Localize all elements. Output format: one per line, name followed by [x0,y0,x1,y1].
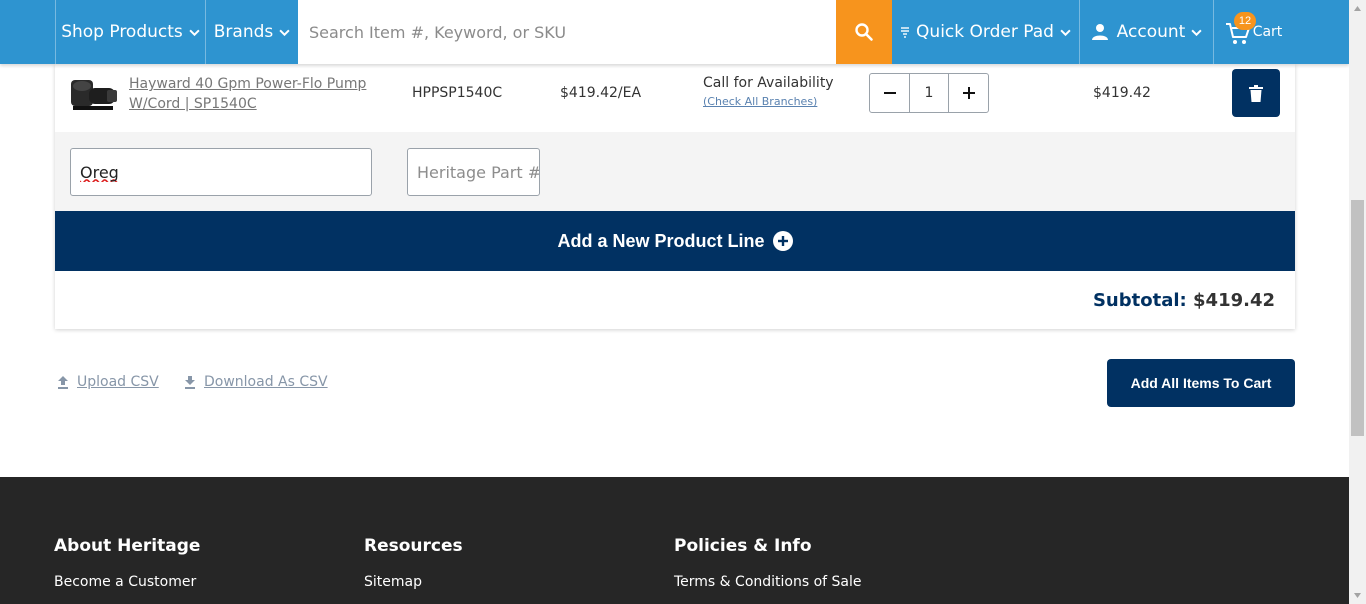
subtotal-label: Subtotal: [1092,290,1187,311]
footer: About Heritage Become a Customer Resourc… [0,477,1349,604]
cart-count-badge: 12 [1234,12,1256,30]
quick-order-pad-label: Quick Order Pad [916,22,1054,42]
scrollbar-thumb[interactable] [1351,200,1364,436]
sitemap-link[interactable]: Sitemap [364,574,463,590]
search-bar [298,0,836,64]
chevron-down-icon [279,29,290,36]
footer-column-resources: Resources Sitemap [364,536,463,590]
footer-heading: Resources [364,536,463,556]
chevron-down-icon [1060,29,1071,36]
check-all-branches-link[interactable]: (Check All Branches) [703,95,834,108]
new-line-entry [55,132,1295,211]
page-scrollbar[interactable] [1349,0,1366,604]
decrease-quantity-button[interactable] [870,74,909,112]
page: Shop Products Brands Quick Order Pad [0,0,1349,604]
search-input[interactable] [298,0,836,64]
table-row: Hayward 40 Gpm Power-Flo Pump W/Cord | S… [55,64,1295,132]
download-csv-label: Download As CSV [204,374,328,390]
add-product-line-button[interactable]: Add a New Product Line [55,211,1295,271]
line-total: $419.42 [1093,85,1151,101]
availability-text: Call for Availability [703,75,834,91]
product-search-field[interactable] [70,148,372,196]
minus-icon [883,92,896,94]
remove-item-button[interactable] [1232,69,1280,117]
scroll-up-icon[interactable] [1353,4,1362,13]
upload-icon [58,375,68,389]
footer-heading: Policies & Info [674,536,812,556]
footer-column-about: About Heritage Become a Customer [54,536,200,590]
account-label: Account [1116,22,1186,42]
heritage-part-field[interactable] [407,148,540,196]
account-menu[interactable]: Account [1079,0,1213,64]
download-csv-link[interactable]: Download As CSV [184,374,328,390]
brands-menu[interactable]: Brands [205,0,298,64]
plus-circle-icon [772,231,793,251]
increase-quantity-button[interactable] [949,74,988,112]
cart-link[interactable]: Cart [1213,0,1293,64]
chevron-down-icon [189,29,200,36]
add-product-line-label: Add a New Product Line [557,230,765,251]
cart-label: Cart [1252,24,1283,40]
unit-price: $419.42/EA [560,85,642,101]
quantity-stepper [869,73,989,113]
shop-products-menu[interactable]: Shop Products [55,0,205,64]
quantity-input[interactable] [909,74,949,112]
subtotal: Subtotal: $419.42 [1093,290,1275,311]
availability: Call for Availability (Check All Branche… [703,75,834,108]
brands-label: Brands [213,22,274,42]
trash-icon [1249,84,1263,102]
add-all-to-cart-button[interactable]: Add All Items To Cart [1107,359,1295,407]
footer-column-policies: Policies & Info Terms & Conditions of Sa… [674,536,862,590]
search-button[interactable] [836,0,892,64]
subtotal-value: $419.42 [1193,290,1275,311]
chevron-down-icon [1191,29,1202,36]
footer-heading: About Heritage [54,536,201,556]
product-name-link[interactable]: Hayward 40 Gpm Power-Flo Pump W/Cord | S… [129,74,369,114]
upload-csv-link[interactable]: Upload CSV [57,374,159,390]
product-sku: HPPSP1540C [412,85,503,101]
scroll-down-icon[interactable] [1353,591,1362,600]
become-customer-link[interactable]: Become a Customer [54,574,200,590]
shop-products-label: Shop Products [61,22,183,42]
list-icon [901,27,910,38]
product-image[interactable] [69,74,119,112]
user-icon [1091,24,1108,40]
download-icon [185,375,195,389]
search-icon [855,23,873,41]
plus-icon [962,87,975,99]
top-navbar: Shop Products Brands Quick Order Pad [0,0,1349,64]
terms-conditions-link[interactable]: Terms & Conditions of Sale [674,574,862,590]
quick-order-pad-menu[interactable]: Quick Order Pad [892,0,1079,64]
upload-csv-label: Upload CSV [77,374,159,390]
quick-order-table: Hayward 40 Gpm Power-Flo Pump W/Cord | S… [55,64,1295,329]
